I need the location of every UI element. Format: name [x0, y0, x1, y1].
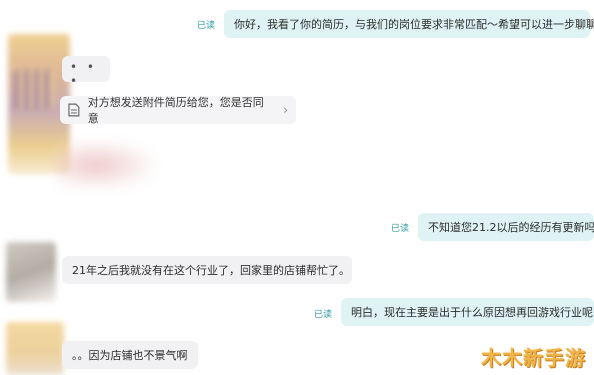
watermark-logo: 木木新手游	[481, 346, 586, 370]
received-message-bubble[interactable]: 。。因为店铺也不景气啊	[62, 341, 198, 369]
avatar	[6, 322, 64, 375]
attachment-request-card[interactable]: 对方想发送附件简历给您，您是否同意 ›	[60, 96, 296, 125]
read-status: 已读	[314, 310, 333, 320]
blurred-region	[56, 140, 156, 190]
typing-indicator: • • •	[62, 56, 110, 88]
document-icon	[68, 103, 80, 117]
attachment-request-text: 对方想发送附件简历给您，您是否同意	[87, 96, 264, 125]
read-status: 已读	[197, 21, 216, 31]
received-message-bubble[interactable]: 21年之后我就没有在这个行业了，回家里的店铺帮忙了。	[62, 256, 352, 284]
avatar	[6, 242, 56, 302]
sent-message-bubble[interactable]: 明白，现在主要是出于什么原因想再回游戏行业呢	[341, 298, 594, 326]
sent-message-bubble[interactable]: 你好，我看了你的简历，与我们的岗位要求非常匹配～希望可以进一步聊聊	[224, 10, 594, 38]
sent-message-bubble[interactable]: 不知道您21.2以后的经历有更新吗	[418, 213, 594, 241]
read-status: 已读	[391, 224, 410, 234]
chevron-right-icon[interactable]: ›	[283, 103, 288, 117]
avatar-detail	[14, 70, 54, 110]
